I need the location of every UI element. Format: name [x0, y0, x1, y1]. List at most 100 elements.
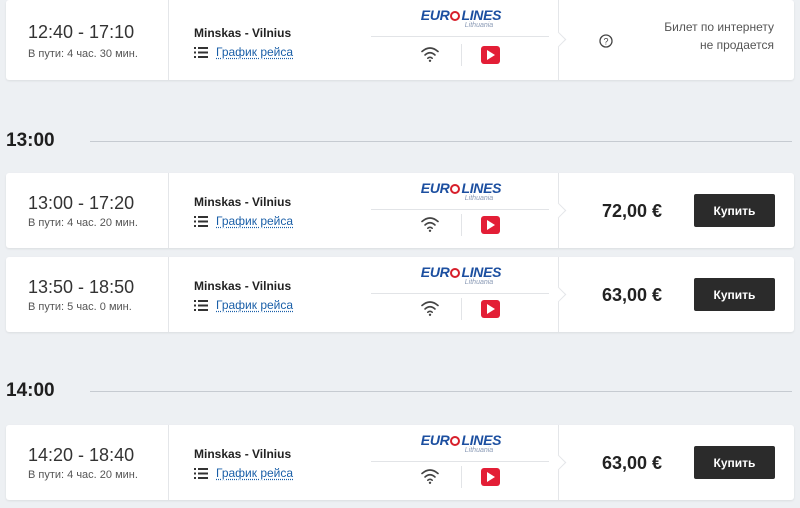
price-column: 63,00 € Купить — [550, 257, 794, 332]
list-icon — [194, 299, 208, 311]
schedule-link-label[interactable]: График рейса — [216, 45, 293, 59]
time-group-label: 14:00 — [6, 380, 55, 401]
wifi-icon — [421, 301, 439, 316]
trip-times: 13:00 - 17:20 — [28, 193, 134, 214]
video-icon — [481, 216, 500, 234]
divider — [371, 293, 549, 294]
ticket-price: 72,00 € — [601, 201, 662, 221]
divider — [90, 391, 792, 392]
eurolines-logo: EUR LINES Lithuania — [365, 433, 557, 454]
logo-subtitle: Lithuania — [464, 447, 494, 454]
wifi-icon — [421, 469, 439, 484]
divider — [371, 209, 549, 210]
logo-subtitle: Lithuania — [464, 195, 494, 202]
schedule-link[interactable]: График рейса — [194, 298, 293, 312]
time-separator: - — [73, 277, 90, 297]
time-column: 14:20 - 18:40 В пути: 4 час. 20 мин. — [6, 425, 169, 500]
amenities — [365, 298, 557, 320]
time-group-header: 13:00 — [6, 130, 792, 154]
amenities — [365, 44, 557, 66]
time-column: 13:00 - 17:20 В пути: 4 час. 20 мин. — [6, 173, 169, 248]
carrier-column: EUR LINES Lithuania — [365, 425, 557, 500]
route-column: Minskas - Vilnius График рейса — [169, 257, 365, 332]
time-separator: - — [73, 22, 90, 42]
time-group-header: 14:00 — [6, 380, 792, 404]
trip-duration: В пути: 4 час. 20 мин. — [28, 217, 138, 229]
schedule-link[interactable]: График рейса — [194, 214, 293, 228]
schedule-link-label[interactable]: График рейса — [216, 298, 293, 312]
trip-card: 13:00 - 17:20 В пути: 4 час. 20 мин. Min… — [6, 173, 794, 248]
arrive-time: 17:20 — [89, 193, 135, 213]
price-column: 63,00 € Купить — [550, 425, 794, 500]
schedule-link[interactable]: График рейса — [194, 466, 293, 480]
route-column: Minskas - Vilnius График рейса — [169, 0, 365, 80]
video-icon — [481, 300, 500, 318]
schedule-link[interactable]: График рейса — [194, 45, 293, 59]
divider — [371, 461, 549, 462]
list-icon — [194, 467, 208, 479]
trip-card: 12:40 - 17:10 В пути: 4 час. 30 мин. Min… — [6, 0, 794, 80]
divider — [461, 214, 462, 236]
list-icon — [194, 46, 208, 58]
logo-mark-icon — [450, 184, 461, 194]
depart-time: 12:40 — [28, 22, 74, 42]
question-icon[interactable]: ? — [599, 34, 613, 48]
video-icon — [481, 468, 500, 486]
divider — [90, 141, 792, 142]
trip-card: 14:20 - 18:40 В пути: 4 час. 20 мин. Min… — [6, 425, 794, 500]
ticket-price: 63,00 € — [601, 285, 662, 305]
trip-duration: В пути: 4 час. 20 мин. — [28, 469, 138, 481]
carrier-column: EUR LINES Lithuania — [365, 173, 557, 248]
wifi-icon — [421, 217, 439, 232]
carrier-column: EUR LINES Lithuania — [365, 0, 557, 80]
trip-times: 13:50 - 18:50 — [28, 277, 134, 298]
price-column: 72,00 € Купить — [550, 173, 794, 248]
logo-mark-icon — [450, 436, 461, 446]
wifi-icon — [421, 47, 439, 62]
depart-time: 13:50 — [28, 277, 74, 297]
buy-button[interactable]: Купить — [694, 194, 775, 227]
depart-time: 14:20 — [28, 445, 74, 465]
buy-button[interactable]: Купить — [694, 278, 775, 311]
time-group-label: 13:00 — [6, 130, 55, 151]
route-name: Minskas - Vilnius — [194, 26, 292, 40]
divider — [461, 298, 462, 320]
divider — [371, 36, 549, 37]
logo-subtitle: Lithuania — [464, 22, 494, 29]
eurolines-logo: EUR LINES Lithuania — [365, 265, 557, 286]
buy-button[interactable]: Купить — [694, 446, 775, 479]
route-name: Minskas - Vilnius — [194, 447, 292, 461]
arrive-time: 18:50 — [89, 277, 135, 297]
divider — [461, 466, 462, 488]
arrive-time: 17:10 — [89, 22, 135, 42]
video-icon — [481, 46, 500, 64]
divider — [461, 44, 462, 66]
list-icon — [194, 215, 208, 227]
eurolines-logo: EUR LINES Lithuania — [365, 8, 557, 29]
eurolines-logo: EUR LINES Lithuania — [365, 181, 557, 202]
trip-card: 13:50 - 18:50 В пути: 5 час. 0 мин. Mins… — [6, 257, 794, 332]
svg-text:?: ? — [603, 36, 608, 46]
trip-duration: В пути: 4 час. 30 мин. — [28, 48, 138, 60]
time-separator: - — [73, 445, 90, 465]
route-name: Minskas - Vilnius — [194, 279, 292, 293]
time-separator: - — [73, 193, 90, 213]
route-column: Minskas - Vilnius График рейса — [169, 425, 365, 500]
amenities — [365, 214, 557, 236]
no-online-sale-text: Билет по интернету не продается — [664, 20, 774, 52]
trip-duration: В пути: 5 час. 0 мин. — [28, 301, 132, 313]
trip-times: 14:20 - 18:40 — [28, 445, 134, 466]
time-column: 12:40 - 17:10 В пути: 4 час. 30 мин. — [6, 0, 169, 80]
trip-times: 12:40 - 17:10 — [28, 22, 134, 43]
depart-time: 13:00 — [28, 193, 74, 213]
time-column: 13:50 - 18:50 В пути: 5 час. 0 мин. — [6, 257, 169, 332]
route-name: Minskas - Vilnius — [194, 195, 292, 209]
schedule-link-label[interactable]: График рейса — [216, 214, 293, 228]
ticket-price: 63,00 € — [601, 453, 662, 473]
arrive-time: 18:40 — [89, 445, 135, 465]
price-column: ? Билет по интернету не продается — [550, 0, 794, 80]
logo-mark-icon — [450, 268, 461, 278]
schedule-link-label[interactable]: График рейса — [216, 466, 293, 480]
amenities — [365, 466, 557, 488]
carrier-column: EUR LINES Lithuania — [365, 257, 557, 332]
